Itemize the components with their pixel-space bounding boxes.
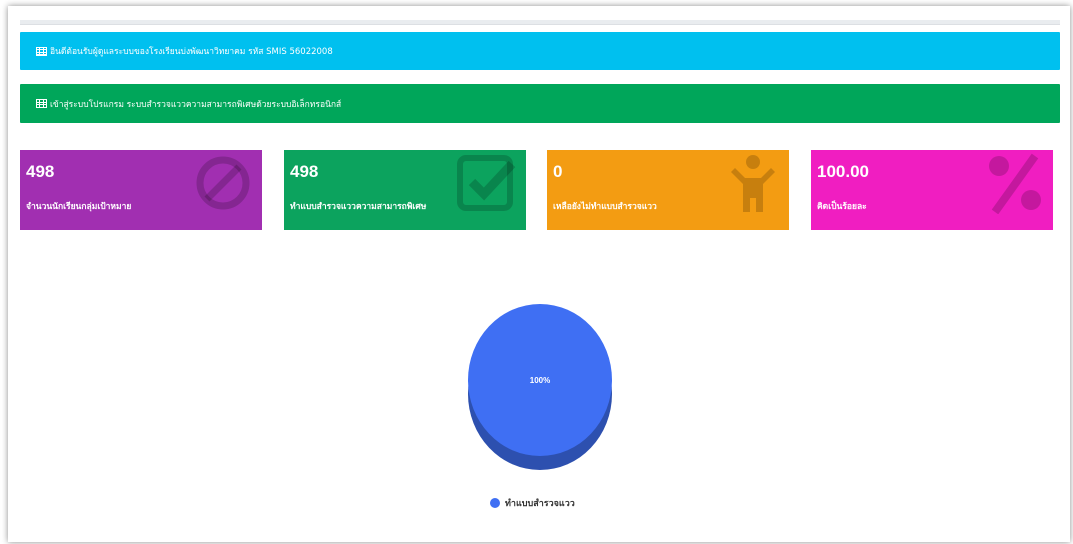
top-divider [20,20,1060,25]
stat-value: 498 [290,162,319,181]
pie-data-label: 100% [530,376,550,385]
legend-marker [490,498,500,508]
stat-value: 0 [553,162,563,181]
welcome-banner-text: อินดีต้อนรับผู้ดูแลระบบของโรงเรียนบ่งพัฒ… [50,47,333,57]
stat-card-surveyed: 498 ทำแบบสำรวจแววความสามารถพิเศษ [284,150,526,230]
stat-value: 498 [26,162,55,181]
table-icon [36,46,47,56]
welcome-banner: อินดีต้อนรับผู้ดูแลระบบของโรงเรียนบ่งพัฒ… [20,32,1060,70]
program-banner-text[interactable]: เข้าสู่ระบบโปรแกรม ระบบสำรวจแววความสามาร… [50,97,341,111]
child-icon [731,155,775,212]
pie-chart: 100% [468,304,612,470]
stat-label: เหลือยังไม่ทำแบบสำรวจแวว [553,202,657,212]
program-banner[interactable]: เข้าสู่ระบบโปรแกรม ระบบสำรวจแววความสามาร… [20,84,1060,123]
check-square-icon [457,155,516,211]
ban-icon [196,156,250,210]
percent-icon [989,153,1041,214]
stat-value: 100.00 [817,162,869,181]
stat-label: ทำแบบสำรวจแววความสามารถพิเศษ [290,202,427,212]
stat-card-remaining: 0 เหลือยังไม่ทำแบบสำรวจแวว [547,150,789,230]
stat-label: คิดเป็นร้อยละ [817,202,867,212]
stat-label: จำนวนนักเรียนกลุ่มเป้าหมาย [26,202,132,212]
table-icon [36,99,47,108]
stat-card-target-students: 498 จำนวนนักเรียนกลุ่มเป้าหมาย [20,150,262,230]
chart-legend[interactable]: ทำแบบสำรวจแวว [490,496,575,510]
stat-card-percentage: 100.00 คิดเป็นร้อยละ [811,150,1053,230]
legend-label: ทำแบบสำรวจแวว [505,499,575,509]
